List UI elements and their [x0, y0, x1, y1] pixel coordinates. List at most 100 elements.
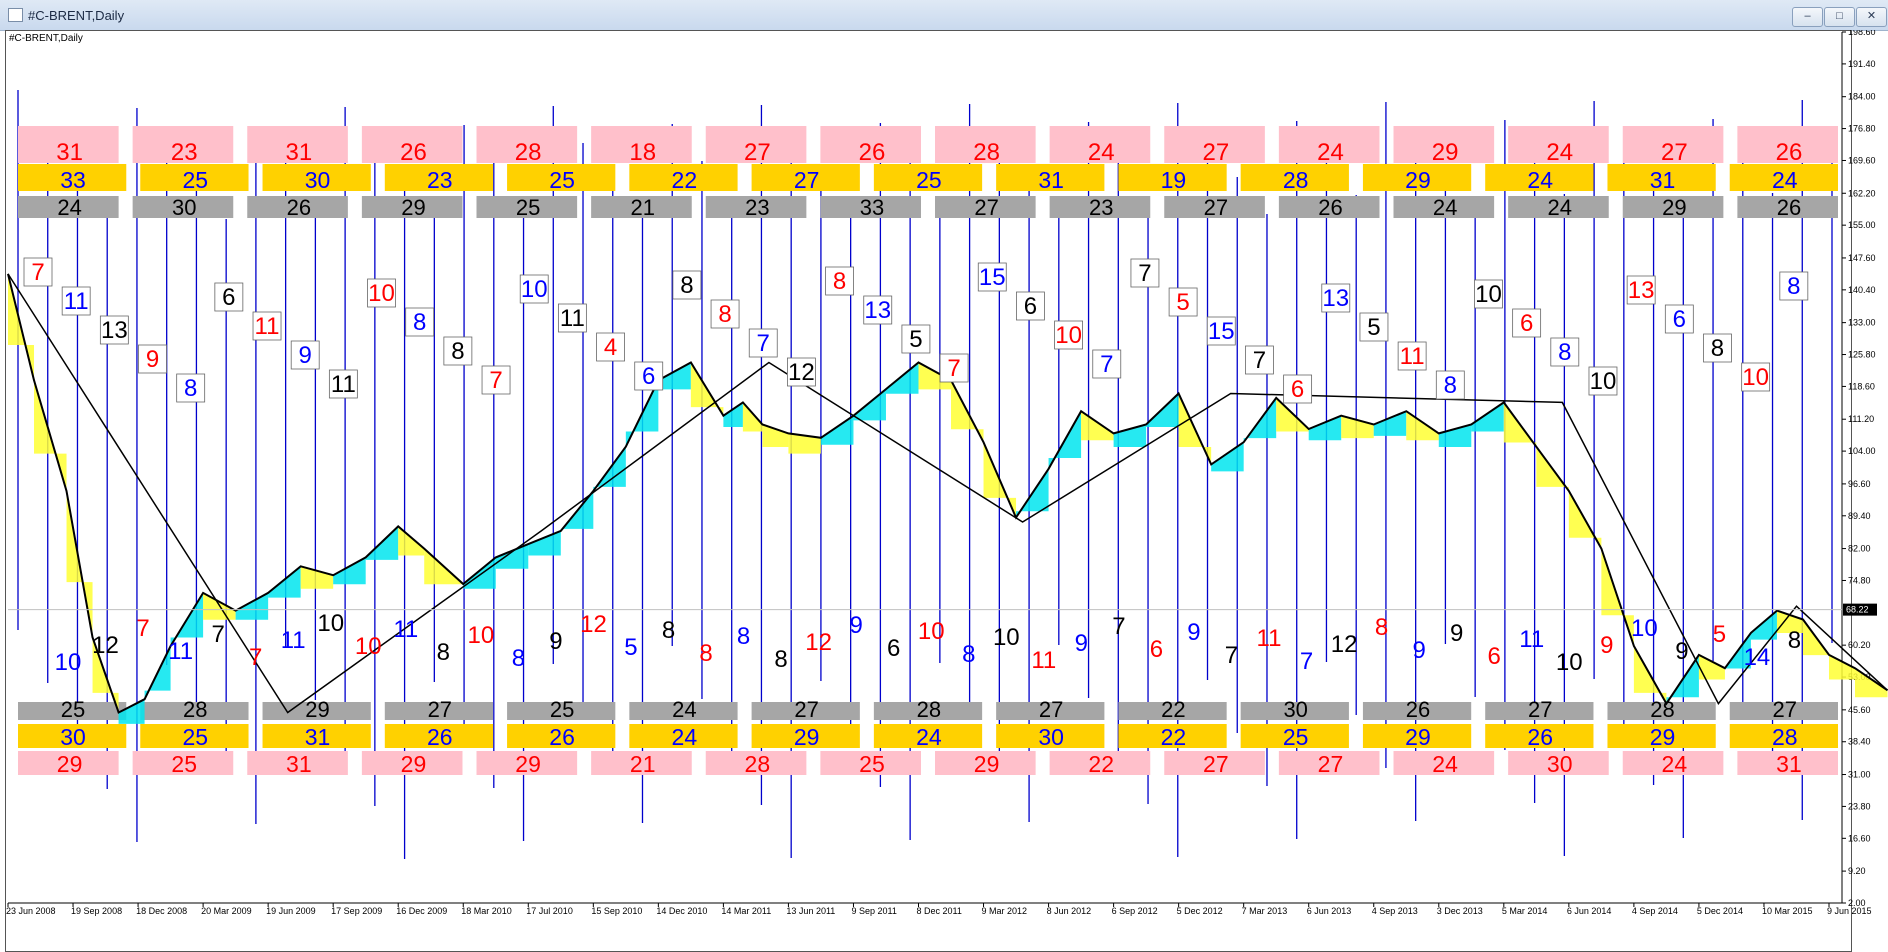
x-tick-label: 19 Sep 2008	[71, 906, 122, 916]
bottom-gray-count-label: 27	[1528, 697, 1552, 722]
x-tick-label: 14 Dec 2010	[656, 906, 707, 916]
bottom-pink-count-label: 29	[515, 751, 541, 777]
upper-count-label: 8	[680, 272, 693, 299]
lower-count-label: 8	[699, 640, 712, 667]
y-tick-label: 89.40	[1848, 511, 1871, 521]
upper-count-label: 11	[64, 288, 89, 315]
upper-count-label: 7	[31, 259, 44, 286]
upper-count-label: 13	[1628, 277, 1655, 304]
y-tick-label: 82.00	[1848, 544, 1871, 554]
upper-count-label: 6	[1673, 306, 1686, 333]
minimize-icon[interactable]: –	[1792, 7, 1823, 27]
bottom-gray-count-label: 28	[1650, 697, 1674, 722]
lower-count-label: 6	[1150, 636, 1163, 663]
lower-count-label: 8	[962, 641, 975, 668]
lower-count-label: 10	[55, 649, 82, 676]
lower-count-label: 9	[1187, 619, 1200, 646]
lower-count-label: 10	[918, 618, 945, 645]
top-gray-count-label: 24	[1547, 195, 1571, 220]
lower-count-label: 7	[1225, 642, 1238, 669]
upper-count-label: 10	[1742, 364, 1769, 391]
top-pink-count-label: 26	[859, 139, 886, 166]
lower-count-label: 10	[1556, 649, 1583, 676]
upper-count-label: 15	[1208, 318, 1235, 345]
trend-fill	[658, 362, 691, 390]
top-gray-count-label: 33	[860, 195, 884, 220]
bottom-gray-count-label: 28	[183, 697, 207, 722]
lower-count-label: 12	[805, 629, 832, 656]
lower-count-label: 8	[737, 623, 750, 650]
top-pink-count-label: 27	[744, 139, 771, 166]
upper-count-label: 13	[864, 297, 891, 324]
lower-count-label: 6	[887, 635, 900, 662]
lower-count-label: 8	[1788, 627, 1801, 654]
x-tick-label: 4 Sep 2014	[1632, 906, 1678, 916]
lower-count-label: 14	[1744, 644, 1771, 671]
lower-count-label: 9	[849, 612, 862, 639]
y-tick-label: 198.60	[1848, 30, 1876, 37]
top-yellow-count-label: 28	[1283, 167, 1309, 193]
x-tick-label: 5 Dec 2012	[1177, 906, 1223, 916]
x-tick-label: 4 Sep 2013	[1372, 906, 1418, 916]
close-icon[interactable]: ✕	[1856, 7, 1887, 27]
upper-count-label: 7	[1100, 351, 1113, 378]
y-tick-label: 74.80	[1848, 575, 1871, 585]
upper-count-label: 5	[1367, 314, 1380, 341]
top-gray-count-label: 24	[57, 195, 81, 220]
x-tick-label: 5 Mar 2014	[1502, 906, 1548, 916]
bottom-pink-count-label: 25	[171, 751, 197, 777]
top-pink-count-label: 24	[1546, 139, 1573, 166]
upper-count-label: 5	[1176, 289, 1189, 316]
bottom-pink-count-label: 24	[1432, 751, 1458, 777]
top-pink-count-label: 18	[629, 139, 656, 166]
top-gray-count-label: 30	[172, 195, 196, 220]
bottom-pink-count-label: 29	[974, 751, 1000, 777]
upper-count-label: 4	[604, 334, 617, 361]
bottom-gray-count-label: 27	[794, 697, 818, 722]
maximize-icon[interactable]: □	[1824, 7, 1855, 27]
bottom-gray-count-label: 28	[917, 697, 941, 722]
bottom-yellow-count-label: 24	[672, 724, 698, 750]
lower-count-label: 9	[1675, 638, 1688, 665]
top-gray-count-label: 26	[287, 195, 311, 220]
x-tick-label: 17 Sep 2009	[331, 906, 382, 916]
upper-count-label: 13	[1322, 285, 1349, 312]
lower-count-label: 9	[1450, 620, 1463, 647]
lower-count-label: 11	[393, 616, 418, 643]
y-tick-label: 176.80	[1848, 124, 1876, 134]
top-yellow-count-label: 24	[1772, 167, 1798, 193]
upper-count-label: 6	[1024, 293, 1037, 320]
bottom-yellow-count-label: 25	[1283, 724, 1309, 750]
top-yellow-count-label: 22	[672, 167, 698, 193]
lower-count-label: 11	[1031, 647, 1056, 674]
bottom-pink-count-label: 27	[1318, 751, 1344, 777]
chart-window-icon	[8, 8, 23, 22]
top-pink-count-label: 28	[515, 139, 542, 166]
x-tick-label: 17 Jul 2010	[526, 906, 573, 916]
upper-count-label: 8	[833, 268, 846, 295]
lower-count-label: 9	[1600, 632, 1613, 659]
bottom-yellow-count-label: 24	[916, 724, 942, 750]
bottom-gray-count-label: 29	[305, 697, 329, 722]
lower-count-label: 5	[1713, 621, 1726, 648]
top-pink-count-label: 26	[1776, 139, 1803, 166]
bottom-yellow-count-label: 28	[1772, 724, 1798, 750]
x-tick-label: 10 Mar 2015	[1762, 906, 1813, 916]
top-yellow-count-label: 23	[427, 167, 453, 193]
lower-count-label: 6	[1488, 643, 1501, 670]
trend-fill	[1438, 424, 1472, 447]
x-tick-label: 15 Sep 2010	[591, 906, 642, 916]
upper-count-label: 11	[560, 305, 585, 332]
x-tick-label: 23 Jun 2008	[6, 906, 56, 916]
upper-count-label: 10	[1055, 322, 1082, 349]
bottom-yellow-count-label: 25	[182, 724, 208, 750]
top-pink-count-label: 24	[1317, 139, 1344, 166]
bottom-pink-count-label: 21	[630, 751, 656, 777]
upper-count-label: 8	[1711, 335, 1724, 362]
x-tick-label: 16 Dec 2009	[396, 906, 447, 916]
upper-count-label: 10	[521, 276, 548, 303]
upper-count-label: 5	[909, 326, 922, 353]
lower-count-label: 12	[1331, 631, 1358, 658]
x-tick-label: 3 Dec 2013	[1437, 906, 1483, 916]
y-tick-label: 60.20	[1848, 640, 1871, 650]
